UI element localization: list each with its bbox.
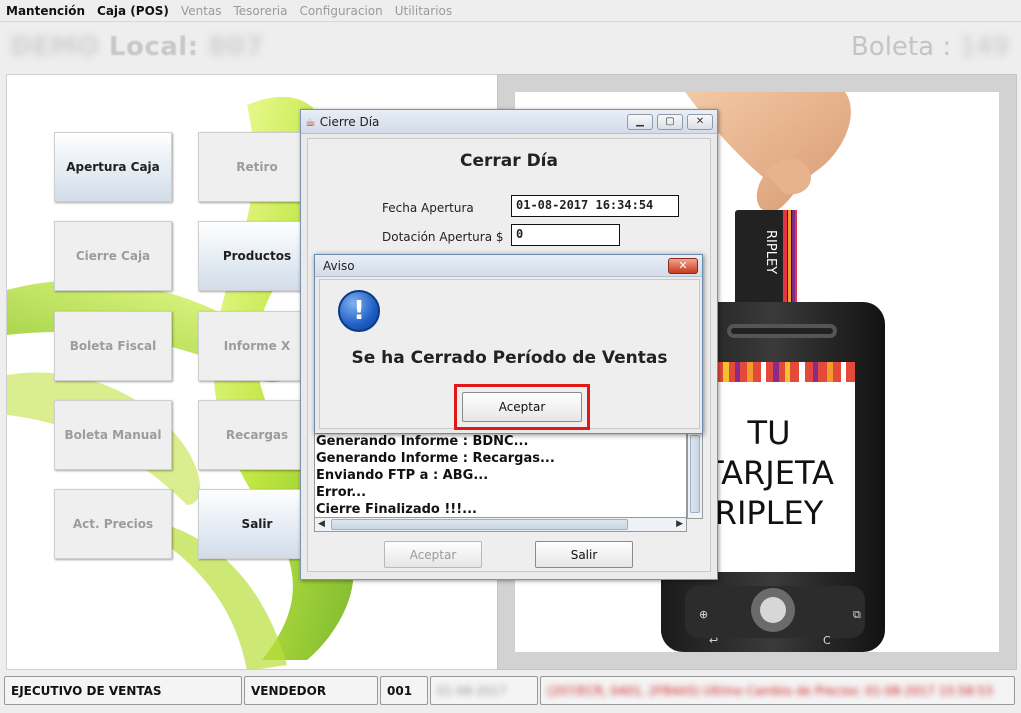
menubar: Mantención Caja (POS) Ventas Tesoreria C… <box>0 0 1021 22</box>
vertical-scroll-thumb[interactable] <box>690 435 700 513</box>
informe-x-button[interactable]: Informe X <box>198 311 316 381</box>
boleta-fiscal-button[interactable]: Boleta Fiscal <box>54 311 172 381</box>
salir-button[interactable]: Salir <box>198 489 316 559</box>
close-icon: ✕ <box>678 259 688 272</box>
log-line: Cierre Finalizado !!!... <box>316 502 477 517</box>
boleta-label: Boleta : <box>850 32 952 62</box>
close-button[interactable]: ✕ <box>687 113 713 130</box>
boleta-manual-button[interactable]: Boleta Manual <box>54 400 172 470</box>
apertura-caja-button[interactable]: Apertura Caja <box>54 132 172 202</box>
horizontal-scroll-thumb[interactable] <box>331 519 628 530</box>
status-message-text: (207/ECR, 0401, 2FB4A5) Ultimo Cambio de… <box>547 683 993 698</box>
maximize-icon: ▢ <box>665 116 675 127</box>
dotacion-apertura-field[interactable]: 0 <box>511 224 620 246</box>
aviso-dialog: Aviso ✕ ! Se ha Cerrado Período de Venta… <box>314 254 703 434</box>
ad-line-1: TU <box>747 414 791 452</box>
aviso-aceptar-button[interactable]: Aceptar <box>462 392 582 422</box>
close-icon: ✕ <box>695 116 705 127</box>
cierre-log-area[interactable]: Generando Informe : BDNC... Generando In… <box>314 432 687 519</box>
scroll-right-icon[interactable]: ▶ <box>676 519 683 529</box>
fecha-apertura-label: Fecha Apertura <box>382 201 474 215</box>
act-precios-button[interactable]: Act. Precios <box>54 489 172 559</box>
cierre-dia-titlebar[interactable]: ☕ Cierre Día ▁ ▢ ✕ <box>301 110 717 134</box>
cierre-salir-button[interactable]: Salir <box>535 541 633 568</box>
cierre-aceptar-button[interactable]: Aceptar <box>384 541 482 568</box>
boleta-header: Boleta : 149 <box>851 32 1009 62</box>
status-code: 001 <box>380 676 428 705</box>
maximize-button[interactable]: ▢ <box>657 113 683 130</box>
menu-mantencion[interactable]: Mantención <box>6 4 85 18</box>
svg-text:⧉: ⧉ <box>853 608 861 621</box>
menu-configuracion[interactable]: Configuracion <box>299 4 382 18</box>
svg-text:↩: ↩ <box>709 634 718 647</box>
java-cup-icon: ☕ <box>305 114 316 129</box>
retiro-button[interactable]: Retiro <box>198 132 316 202</box>
status-date-text: 01-08-2017 <box>437 683 507 698</box>
aviso-body: ! Se ha Cerrado Período de Ventas Acepta… <box>319 279 700 430</box>
recargas-button[interactable]: Recargas <box>198 400 316 470</box>
cierre-caja-button[interactable]: Cierre Caja <box>54 221 172 291</box>
minimize-icon: ▁ <box>636 116 644 127</box>
ad-line-3: RIPLEY <box>715 494 824 532</box>
log-line: Generando Informe : Recargas... <box>316 451 555 466</box>
menu-ventas[interactable]: Ventas <box>181 4 222 18</box>
card-brand-text: RIPLEY <box>763 230 778 274</box>
scroll-left-icon[interactable]: ◀ <box>318 519 325 529</box>
ad-line-2: TARJETA <box>703 454 834 492</box>
status-date: 01-08-2017 <box>430 676 538 705</box>
menu-tesoreria[interactable]: Tesoreria <box>234 4 288 18</box>
fecha-apertura-field[interactable]: 01-08-2017 16:34:54 <box>511 195 679 217</box>
aviso-titlebar[interactable]: Aviso ✕ <box>315 255 702 277</box>
local-header: DEMO Local: 807 <box>10 32 264 62</box>
cerrar-dia-heading: Cerrar Día <box>460 151 558 171</box>
cierre-dia-title: Cierre Día <box>319 114 380 129</box>
statusbar: EJECUTIVO DE VENTAS VENDEDOR 001 01-08-2… <box>0 676 1021 707</box>
local-label: Local: <box>108 32 199 62</box>
local-number: 807 <box>208 32 264 62</box>
dotacion-apertura-label: Dotación Apertura $ <box>382 230 504 244</box>
aviso-title: Aviso <box>323 258 355 273</box>
status-user-type: VENDEDOR <box>244 676 378 705</box>
log-line: Enviando FTP a : ABG... <box>316 468 489 483</box>
minimize-button[interactable]: ▁ <box>627 113 653 130</box>
status-role: EJECUTIVO DE VENTAS <box>4 676 242 705</box>
boleta-number: 149 <box>959 32 1009 62</box>
menu-utilitarios[interactable]: Utilitarios <box>395 4 452 18</box>
log-line: Error... <box>316 485 367 500</box>
aviso-message: Se ha Cerrado Período de Ventas <box>351 348 668 368</box>
menu-caja-pos[interactable]: Caja (POS) <box>97 4 169 18</box>
log-line: Generando Informe : BDNC... <box>316 434 529 449</box>
svg-text:⊕: ⊕ <box>699 608 708 621</box>
aviso-close-button[interactable]: ✕ <box>668 257 698 274</box>
log-horizontal-scrollbar[interactable]: ◀ ▶ <box>314 517 687 532</box>
productos-button[interactable]: Productos <box>198 221 316 291</box>
svg-text:C: C <box>823 634 831 647</box>
log-vertical-scrollbar[interactable] <box>687 432 703 519</box>
status-message: (207/ECR, 0401, 2FB4A5) Ultimo Cambio de… <box>540 676 1015 705</box>
local-prefix: DEMO <box>10 32 100 62</box>
exclamation-icon: ! <box>338 290 380 332</box>
